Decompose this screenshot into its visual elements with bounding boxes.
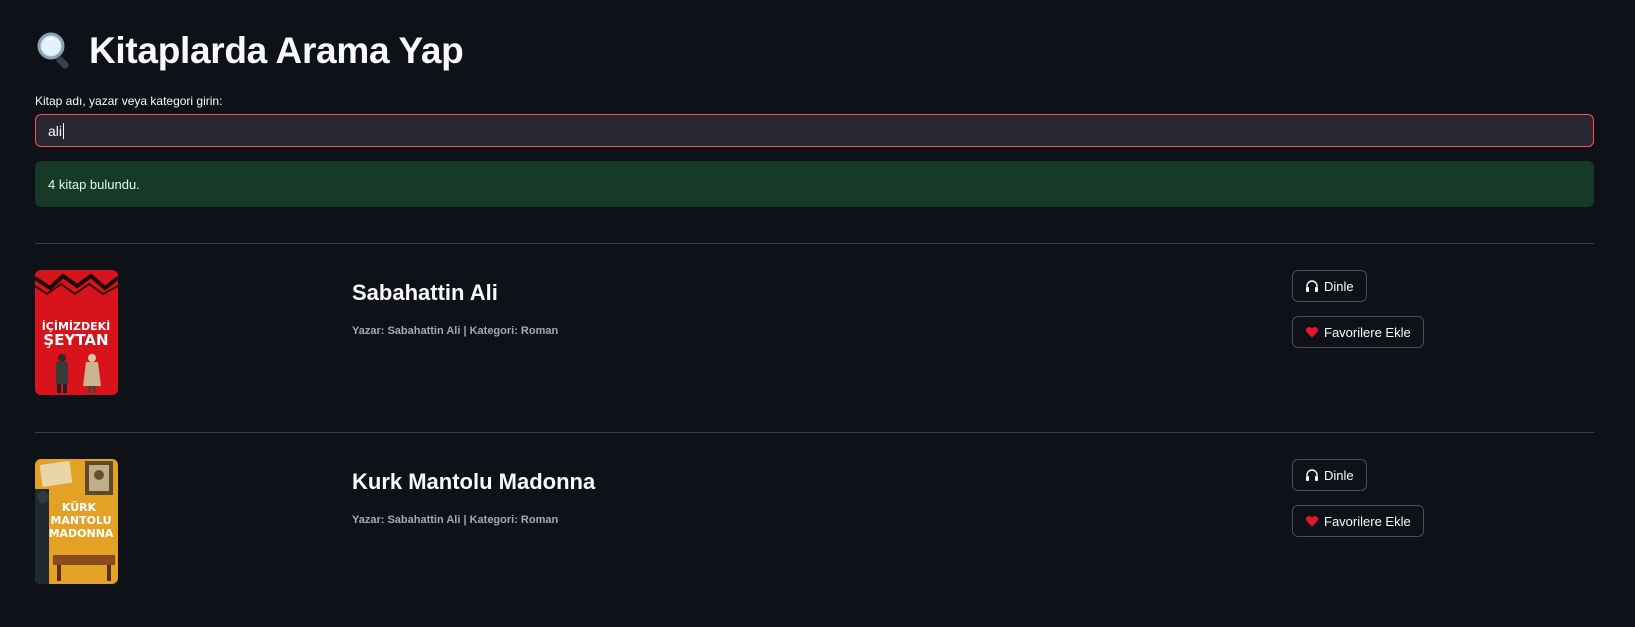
listen-button[interactable]: Dinle — [1292, 270, 1367, 302]
cover-title-line2: MANTOLU — [50, 514, 111, 527]
divider — [35, 432, 1594, 433]
listen-button[interactable]: Dinle — [1292, 459, 1367, 491]
text-caret — [63, 122, 65, 139]
result-count-alert: 4 kitap bulundu. — [35, 161, 1594, 207]
book-title: Kurk Mantolu Madonna — [352, 469, 596, 494]
book-cover-image[interactable]: İÇİMİZDEKİ ŞEYTAN — [35, 270, 118, 395]
listen-button-label: Dinle — [1324, 467, 1354, 483]
headphones-icon — [1305, 279, 1319, 293]
page-title: Kitaplarda Arama Yap — [35, 30, 464, 72]
add-favorite-button[interactable]: Favorilere Ekle — [1292, 505, 1424, 537]
add-favorite-button-label: Favorilere Ekle — [1324, 324, 1411, 340]
book-cover-image[interactable]: KÜRK MANTOLU MADONNA — [35, 459, 118, 584]
book-meta: Yazar: Sabahattin Ali | Kategori: Roman — [352, 325, 559, 337]
listen-button-label: Dinle — [1324, 278, 1354, 294]
page: Kitaplarda Arama Yap Kitap adı, yazar ve… — [0, 0, 1635, 627]
cover-title-line2: ŞEYTAN — [43, 331, 108, 349]
book-card: KÜRK MANTOLU MADONNA Kurk Mantolu Madonn… — [35, 459, 1594, 589]
book-card: İÇİMİZDEKİ ŞEYTAN Sabahattin Ali Yazar: … — [35, 270, 1594, 400]
add-favorite-button-label: Favorilere Ekle — [1324, 513, 1411, 529]
result-count-text: 4 kitap bulundu. — [48, 176, 140, 192]
heart-icon — [1305, 514, 1319, 528]
heart-icon — [1305, 325, 1319, 339]
book-meta: Yazar: Sabahattin Ali | Kategori: Roman — [352, 514, 559, 526]
headphones-icon — [1305, 468, 1319, 482]
search-input-value: ali — [48, 122, 63, 139]
book-title: Sabahattin Ali — [352, 280, 498, 305]
search-label: Kitap adı, yazar veya kategori girin: — [35, 94, 223, 108]
search-input[interactable]: ali — [35, 114, 1594, 147]
cover-title-line1: KÜRK — [62, 500, 97, 514]
page-title-text: Kitaplarda Arama Yap — [89, 30, 464, 71]
magnifier-icon — [35, 30, 77, 72]
cover-title-line3: MADONNA — [49, 527, 114, 540]
add-favorite-button[interactable]: Favorilere Ekle — [1292, 316, 1424, 348]
divider — [35, 243, 1594, 244]
